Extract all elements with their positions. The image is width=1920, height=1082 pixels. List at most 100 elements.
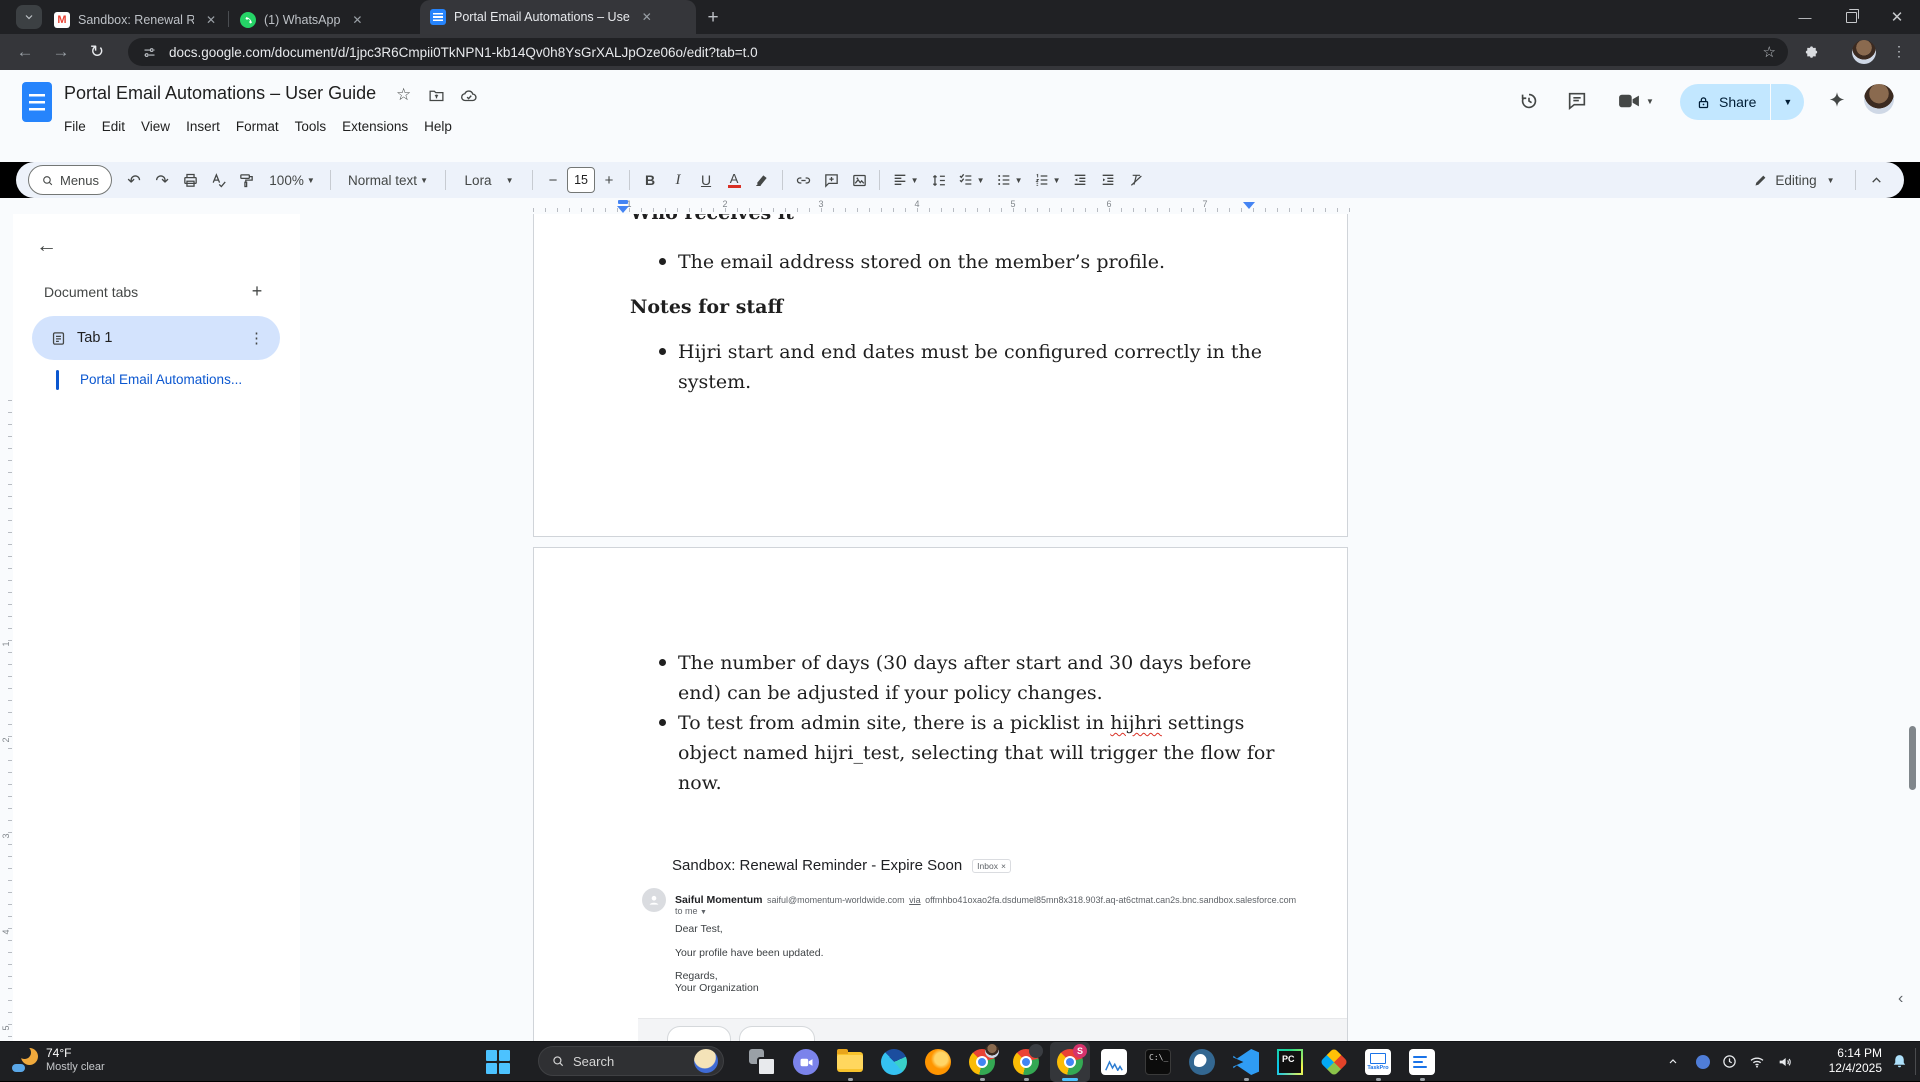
insert-image-button[interactable]	[846, 167, 872, 193]
tab-search-button[interactable]	[16, 5, 42, 29]
postgresql-button[interactable]	[1182, 1042, 1222, 1082]
tab-close-icon[interactable]: ✕	[638, 10, 656, 24]
bold-button[interactable]: B	[637, 167, 663, 193]
paint-format-button[interactable]	[233, 167, 259, 193]
bulleted-list-button[interactable]: ▼	[991, 167, 1027, 193]
task-view-button[interactable]	[742, 1042, 782, 1082]
checklist-button[interactable]: ▼	[953, 167, 989, 193]
account-avatar[interactable]	[1864, 84, 1894, 114]
tab-close-icon[interactable]: ✕	[202, 13, 220, 27]
numbered-list-button[interactable]: ▼	[1029, 167, 1065, 193]
firefox-button[interactable]	[918, 1042, 958, 1082]
terminal-button[interactable]: C:\_	[1138, 1042, 1178, 1082]
doc-text-line[interactable]: system.	[678, 367, 751, 397]
menus-search-button[interactable]: Menus	[28, 165, 112, 195]
doc-text-line[interactable]: The number of days (30 days after start …	[678, 648, 1251, 678]
collapse-toolbar-button[interactable]	[1863, 167, 1889, 193]
spellcheck-button[interactable]	[205, 167, 231, 193]
editing-mode-select[interactable]: Editing ▼	[1740, 167, 1848, 193]
sidebar-back-button[interactable]: ←	[36, 234, 57, 258]
chrome-profile-2-button[interactable]	[1006, 1042, 1046, 1082]
menu-extensions[interactable]: Extensions	[334, 116, 416, 137]
window-restore-button[interactable]	[1828, 0, 1874, 34]
misspelled-word[interactable]: hijhri	[1110, 712, 1162, 734]
taskpro-button[interactable]: TaskPro	[1358, 1042, 1398, 1082]
notes-doc-button[interactable]	[1402, 1042, 1442, 1082]
window-minimize-button[interactable]: —	[1782, 0, 1828, 34]
extensions-icon[interactable]	[1800, 42, 1822, 64]
forward-button[interactable]: →	[48, 39, 74, 65]
line-spacing-button[interactable]	[925, 167, 951, 193]
print-button[interactable]	[177, 167, 203, 193]
italic-button[interactable]: I	[665, 167, 691, 193]
new-tab-button[interactable]: +	[700, 5, 726, 31]
tab-options-kebab-icon[interactable]: ⋮	[245, 329, 268, 347]
move-folder-icon[interactable]	[428, 87, 445, 104]
doc-heading[interactable]: Who receives it	[630, 214, 794, 228]
browser-tab-whatsapp[interactable]: (1) WhatsApp ✕	[240, 6, 400, 34]
share-dropdown-button[interactable]: ▼	[1771, 84, 1804, 120]
document-title[interactable]: Portal Email Automations – User Guide	[64, 83, 376, 104]
zoom-select[interactable]: 100% ▼	[261, 167, 323, 193]
gemini-spark-icon[interactable]	[1826, 90, 1848, 112]
paragraph-style-select[interactable]: Normal text ▼	[338, 167, 438, 193]
site-settings-icon[interactable]	[142, 45, 157, 60]
bookmark-star-icon[interactable]: ☆	[1763, 43, 1776, 61]
reload-button[interactable]: ↻	[84, 39, 110, 65]
menu-file[interactable]: File	[56, 116, 94, 137]
menu-edit[interactable]: Edit	[94, 116, 133, 137]
browser-menu-kebab-icon[interactable]: ⋮	[1892, 43, 1906, 60]
font-size-decrease-button[interactable]: −	[540, 167, 566, 193]
edge-browser-button[interactable]	[874, 1042, 914, 1082]
git-client-button[interactable]	[1314, 1042, 1354, 1082]
text-color-button[interactable]: A	[721, 167, 747, 193]
weather-widget[interactable]: 74°F Mostly clear	[0, 1042, 260, 1081]
omnibox[interactable]: docs.google.com/document/d/1jpc3R6Cmpii0…	[128, 38, 1788, 66]
insert-link-button[interactable]	[790, 167, 816, 193]
file-explorer-button[interactable]	[830, 1042, 870, 1082]
notification-bell-button[interactable]	[1886, 1042, 1912, 1081]
menu-tools[interactable]: Tools	[287, 116, 335, 137]
vertical-scrollbar-thumb[interactable]	[1909, 726, 1916, 790]
chat-app-button[interactable]	[786, 1042, 826, 1082]
vscode-button[interactable]	[1226, 1042, 1266, 1082]
chrome-profile-1-button[interactable]	[962, 1042, 1002, 1082]
first-line-indent-marker[interactable]	[618, 200, 628, 204]
star-document-icon[interactable]: ☆	[396, 85, 411, 105]
pycharm-button[interactable]: PC	[1270, 1042, 1310, 1082]
tab-close-icon[interactable]: ✕	[348, 13, 366, 27]
clear-formatting-button[interactable]	[1123, 167, 1149, 193]
back-button[interactable]: ←	[12, 39, 38, 65]
doc-text-line[interactable]: end) can be adjusted if your policy chan…	[678, 678, 1103, 708]
font-size-increase-button[interactable]: +	[596, 167, 622, 193]
browser-tab-gmail[interactable]: M Sandbox: Renewal Reminder - E ✕	[54, 6, 220, 34]
tray-app-icon-1[interactable]	[1690, 1042, 1716, 1081]
menu-insert[interactable]: Insert	[178, 116, 228, 137]
increase-indent-button[interactable]	[1095, 167, 1121, 193]
tray-overflow-button[interactable]	[1660, 1042, 1686, 1081]
menu-help[interactable]: Help	[416, 116, 460, 137]
taskbar-search-box[interactable]: Search	[538, 1046, 724, 1076]
doc-heading[interactable]: Notes for staff	[630, 292, 783, 322]
wifi-status-button[interactable]	[1744, 1042, 1770, 1081]
volume-button[interactable]	[1772, 1042, 1798, 1081]
share-button[interactable]: Share	[1680, 84, 1771, 120]
font-select[interactable]: Lora ▼	[453, 167, 525, 193]
add-comment-button[interactable]	[818, 167, 844, 193]
comments-button[interactable]	[1566, 90, 1588, 112]
show-desktop-divider[interactable]	[1915, 1048, 1916, 1075]
add-tab-button[interactable]: +	[244, 278, 270, 304]
document-page-2[interactable]: The number of days (30 days after start …	[533, 547, 1348, 1042]
media-waveform-app-button[interactable]	[1094, 1042, 1134, 1082]
right-indent-marker[interactable]	[1243, 202, 1255, 209]
cloud-status-icon[interactable]	[460, 87, 478, 105]
undo-button[interactable]: ↶	[121, 167, 147, 193]
redo-button[interactable]: ↷	[149, 167, 175, 193]
document-page-1[interactable]: Who receives it The email address stored…	[533, 214, 1348, 537]
sidebar-outline-item[interactable]: Portal Email Automations...	[80, 372, 242, 387]
gdocs-logo-icon[interactable]	[22, 82, 52, 122]
browser-profile-avatar[interactable]	[1852, 40, 1876, 64]
start-button[interactable]	[478, 1042, 518, 1082]
chrome-active-window-button[interactable]: S	[1050, 1042, 1090, 1082]
highlight-color-button[interactable]	[749, 167, 775, 193]
